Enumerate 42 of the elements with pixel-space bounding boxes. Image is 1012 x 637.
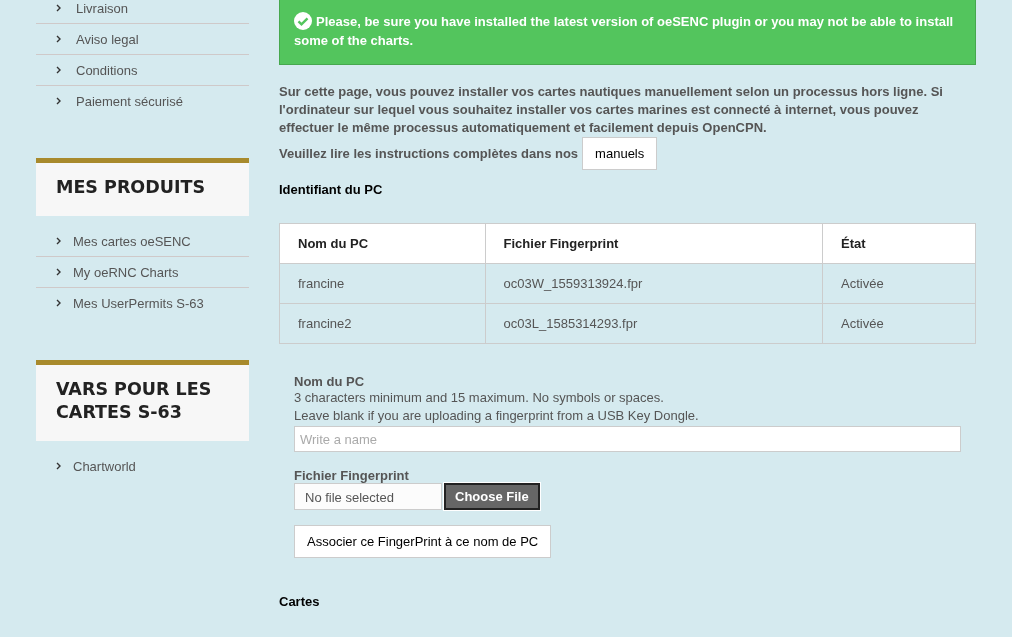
sidebar-link[interactable]: Livraison — [36, 0, 249, 24]
choose-file-button[interactable]: Choose File — [444, 483, 540, 510]
chevron-right-icon — [56, 97, 61, 105]
sidebar-link[interactable]: Conditions — [36, 55, 249, 86]
sidebar-link[interactable]: Chartworld — [36, 451, 249, 481]
success-alert: Please, be sure you have installed the latest version of oeSENC plugin or you may not be able to install some of the charts. — [279, 0, 976, 65]
chevron-right-icon — [56, 237, 61, 245]
sidebar-link[interactable]: Mes cartes oeSENC — [36, 226, 249, 257]
field-label: Fichier Fingerprint — [294, 468, 410, 483]
chevron-right-icon — [56, 66, 61, 74]
table-cell: oc03L_1585314293.fpr — [485, 303, 823, 344]
column-header: Fichier Fingerprint — [485, 223, 823, 264]
section-heading: MES PRODUITS — [36, 158, 249, 216]
chevron-right-icon — [56, 462, 61, 470]
table-cell: Activée — [822, 303, 976, 344]
check-circle-icon — [294, 12, 312, 30]
table-cell: Activée — [822, 263, 976, 304]
column-header: État — [822, 223, 976, 264]
name-input-field[interactable]: Write a name — [294, 426, 961, 452]
field-hint: Leave blank if you are uploading a fingerprint from a USB Key Dongle. — [294, 407, 700, 425]
file-status: No file selected — [294, 483, 442, 510]
table-cell: francine — [279, 263, 486, 304]
sidebar-link[interactable]: Mes UserPermits S-63 — [36, 288, 249, 318]
section-title: Identifiant du PC — [279, 182, 384, 197]
column-header: Nom du PC — [279, 223, 486, 264]
associate-button[interactable]: Associer ce FingerPrint à ce nom de PC — [294, 525, 552, 558]
sidebar-link[interactable]: Paiement sécurisé — [36, 86, 249, 116]
intro-paragraph: Sur cette page, vous pouvez installer vos cartes nautiques manuellement selon un processus hors ligne. Si l'ordinateur sur lequel vous souhaitez installer vos cartes marines est connecté à internet, vous pouvez effectuer le même processus automatiquement et facilement depuis OpenCPN. — [279, 83, 944, 137]
table-cell: francine2 — [279, 303, 486, 344]
sidebar-link[interactable]: Aviso legal — [36, 24, 249, 55]
sidebar-link[interactable]: My oeRNC Charts — [36, 257, 249, 288]
section-heading: VARS POUR LES CARTES S-63 — [36, 360, 249, 441]
section-title: Cartes — [279, 594, 321, 609]
manuals-button[interactable]: manuels — [582, 137, 658, 170]
manuals-text: Veuillez lire les instructions complètes dans nos — [279, 146, 579, 161]
chevron-right-icon — [56, 4, 61, 12]
chevron-right-icon — [56, 299, 61, 307]
field-hint: 3 characters minimum and 15 maximum. No symbols or spaces. — [294, 389, 665, 407]
chevron-right-icon — [56, 268, 61, 276]
field-label: Nom du PC — [294, 374, 366, 389]
table-cell: oc03W_1559313924.fpr — [485, 263, 823, 304]
chevron-right-icon — [56, 35, 61, 43]
